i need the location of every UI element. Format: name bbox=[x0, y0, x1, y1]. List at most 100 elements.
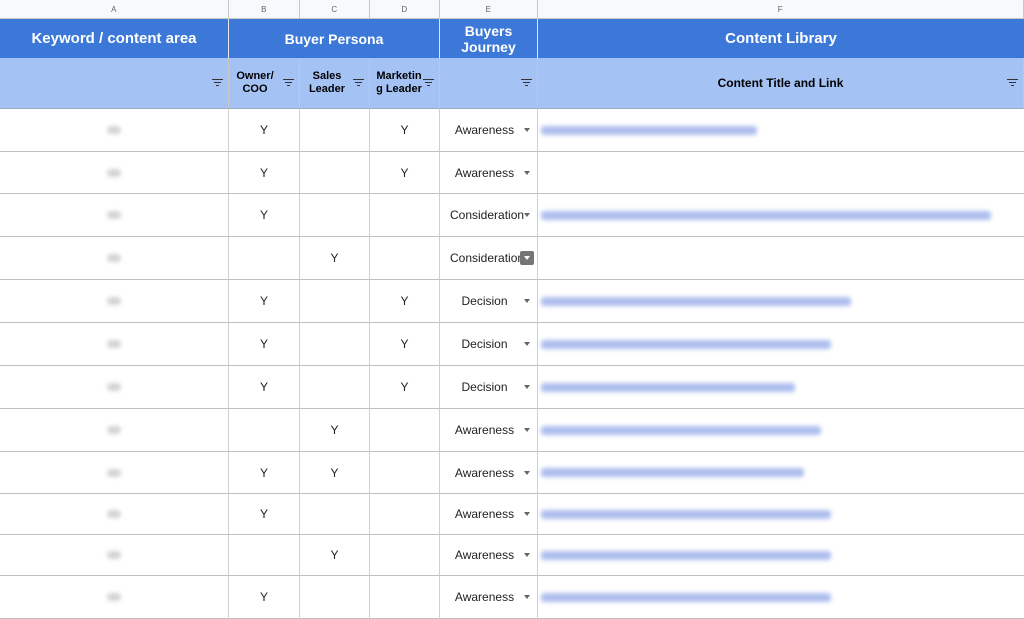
sales-leader-cell[interactable] bbox=[300, 576, 370, 619]
column-letter-b[interactable]: B bbox=[229, 0, 300, 19]
sales-leader-cell[interactable] bbox=[300, 152, 370, 194]
content-link-cell[interactable] bbox=[538, 452, 1024, 494]
dropdown-arrow-icon[interactable] bbox=[524, 512, 530, 516]
redacted-content-link[interactable] bbox=[541, 382, 795, 392]
sales-leader-cell[interactable]: Y bbox=[300, 409, 370, 452]
dropdown-arrow-icon[interactable] bbox=[524, 553, 530, 557]
filter-icon[interactable] bbox=[1007, 79, 1018, 87]
sales-leader-cell[interactable] bbox=[300, 366, 370, 409]
column-letter-e[interactable]: E bbox=[440, 0, 538, 19]
marketing-leader-cell[interactable]: Y bbox=[370, 366, 440, 409]
keyword-cell[interactable] bbox=[0, 494, 229, 535]
keyword-cell[interactable] bbox=[0, 280, 229, 323]
dropdown-arrow-icon[interactable] bbox=[524, 213, 530, 217]
keyword-cell[interactable] bbox=[0, 152, 229, 194]
marketing-leader-cell[interactable] bbox=[370, 237, 440, 280]
journey-filter-cell[interactable] bbox=[440, 58, 538, 109]
marketing-leader-filter-cell[interactable]: Marketin g Leader bbox=[370, 58, 440, 109]
owner-coo-cell[interactable] bbox=[229, 237, 300, 280]
content-link-cell[interactable] bbox=[538, 280, 1024, 323]
column-letter-c[interactable]: C bbox=[300, 0, 370, 19]
filter-icon[interactable] bbox=[521, 79, 532, 87]
sales-leader-cell[interactable]: Y bbox=[300, 452, 370, 494]
redacted-content-link[interactable] bbox=[541, 550, 831, 560]
marketing-leader-cell[interactable]: Y bbox=[370, 152, 440, 194]
owner-coo-filter-cell[interactable]: Owner/ COO bbox=[229, 58, 300, 109]
content-link-cell[interactable] bbox=[538, 194, 1024, 237]
filter-icon[interactable] bbox=[353, 79, 364, 87]
dropdown-arrow-icon[interactable] bbox=[520, 251, 534, 265]
owner-coo-cell[interactable]: Y bbox=[229, 109, 300, 152]
filter-icon[interactable] bbox=[423, 79, 434, 87]
dropdown-arrow-icon[interactable] bbox=[524, 342, 530, 346]
content-link-cell[interactable] bbox=[538, 366, 1024, 409]
redacted-content-link[interactable] bbox=[541, 468, 804, 477]
content-link-cell[interactable] bbox=[538, 323, 1024, 366]
journey-dropdown-cell[interactable]: Awareness bbox=[440, 576, 538, 619]
marketing-leader-cell[interactable]: Y bbox=[370, 280, 440, 323]
journey-dropdown-cell[interactable]: Awareness bbox=[440, 535, 538, 576]
journey-dropdown-cell[interactable]: Consideration bbox=[440, 194, 538, 237]
owner-coo-cell[interactable] bbox=[229, 409, 300, 452]
content-link-cell[interactable] bbox=[538, 535, 1024, 576]
keyword-cell[interactable] bbox=[0, 109, 229, 152]
content-library-header[interactable]: Content Library bbox=[538, 19, 1024, 58]
journey-dropdown-cell[interactable]: Awareness bbox=[440, 452, 538, 494]
owner-coo-cell[interactable]: Y bbox=[229, 366, 300, 409]
owner-coo-cell[interactable]: Y bbox=[229, 152, 300, 194]
owner-coo-cell[interactable]: Y bbox=[229, 323, 300, 366]
dropdown-arrow-icon[interactable] bbox=[524, 128, 530, 132]
sales-leader-cell[interactable] bbox=[300, 494, 370, 535]
dropdown-arrow-icon[interactable] bbox=[524, 595, 530, 599]
marketing-leader-cell[interactable] bbox=[370, 576, 440, 619]
buyers-journey-header[interactable]: Buyers Journey bbox=[440, 19, 538, 58]
dropdown-arrow-icon[interactable] bbox=[524, 470, 530, 475]
buyer-persona-header[interactable]: Buyer Persona bbox=[229, 19, 440, 58]
redacted-content-link[interactable] bbox=[541, 509, 831, 519]
owner-coo-cell[interactable]: Y bbox=[229, 494, 300, 535]
keyword-cell[interactable] bbox=[0, 323, 229, 366]
redacted-content-link[interactable] bbox=[541, 339, 831, 349]
keyword-cell[interactable] bbox=[0, 535, 229, 576]
column-letter-f[interactable]: F bbox=[538, 0, 1024, 19]
content-title-filter-cell[interactable]: Content Title and Link bbox=[538, 58, 1024, 109]
marketing-leader-cell[interactable] bbox=[370, 494, 440, 535]
sales-leader-cell[interactable] bbox=[300, 280, 370, 323]
sales-leader-cell[interactable] bbox=[300, 109, 370, 152]
owner-coo-cell[interactable]: Y bbox=[229, 194, 300, 237]
filter-icon[interactable] bbox=[283, 79, 294, 87]
marketing-leader-cell[interactable]: Y bbox=[370, 109, 440, 152]
journey-dropdown-cell[interactable]: Awareness bbox=[440, 494, 538, 535]
marketing-leader-cell[interactable] bbox=[370, 452, 440, 494]
keyword-cell[interactable] bbox=[0, 237, 229, 280]
keyword-cell[interactable] bbox=[0, 452, 229, 494]
marketing-leader-cell[interactable]: Y bbox=[370, 323, 440, 366]
content-link-cell[interactable] bbox=[538, 109, 1024, 152]
keyword-cell[interactable] bbox=[0, 576, 229, 619]
redacted-content-link[interactable] bbox=[541, 125, 757, 135]
keyword-filter-cell[interactable] bbox=[0, 58, 229, 109]
dropdown-arrow-icon[interactable] bbox=[524, 385, 530, 389]
keyword-cell[interactable] bbox=[0, 194, 229, 237]
redacted-content-link[interactable] bbox=[541, 210, 991, 220]
content-link-cell[interactable] bbox=[538, 576, 1024, 619]
marketing-leader-cell[interactable] bbox=[370, 194, 440, 237]
sales-leader-cell[interactable] bbox=[300, 323, 370, 366]
content-link-cell[interactable] bbox=[538, 152, 1024, 194]
journey-dropdown-cell[interactable]: Awareness bbox=[440, 109, 538, 152]
keyword-header[interactable]: Keyword / content area bbox=[0, 19, 229, 58]
journey-dropdown-cell[interactable]: Decision bbox=[440, 280, 538, 323]
content-link-cell[interactable] bbox=[538, 409, 1024, 452]
dropdown-arrow-icon[interactable] bbox=[524, 170, 530, 175]
content-link-cell[interactable] bbox=[538, 237, 1024, 280]
dropdown-arrow-icon[interactable] bbox=[524, 299, 530, 303]
owner-coo-cell[interactable]: Y bbox=[229, 452, 300, 494]
keyword-cell[interactable] bbox=[0, 366, 229, 409]
owner-coo-cell[interactable]: Y bbox=[229, 576, 300, 619]
sales-leader-cell[interactable]: Y bbox=[300, 237, 370, 280]
owner-coo-cell[interactable] bbox=[229, 535, 300, 576]
filter-icon[interactable] bbox=[212, 79, 223, 87]
column-letter-a[interactable]: A bbox=[0, 0, 229, 19]
journey-dropdown-cell[interactable]: Decision bbox=[440, 323, 538, 366]
marketing-leader-cell[interactable] bbox=[370, 409, 440, 452]
